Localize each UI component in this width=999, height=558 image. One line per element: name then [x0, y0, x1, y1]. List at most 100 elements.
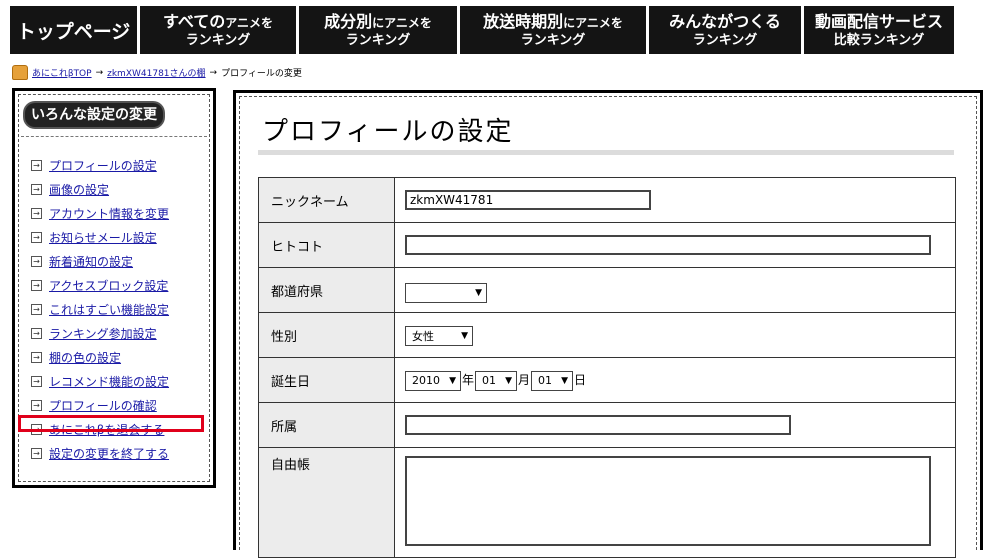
- arrow-box-icon: →: [31, 279, 42, 291]
- sidebar-item-finish-settings[interactable]: → 設定の変更を終了する: [31, 441, 169, 465]
- hitokoto-input[interactable]: [405, 235, 931, 255]
- gender-cell: 女性 ▼: [394, 312, 956, 358]
- arrow-box-icon: →: [31, 159, 42, 171]
- birth-year-select[interactable]: 2010 ▼: [405, 370, 461, 391]
- sidebar-title: いろんな設定の変更: [25, 103, 163, 127]
- sidebar-item-label: アクセスブロック設定: [49, 278, 169, 293]
- nav-label-line1: 放送時期別にアニメを: [483, 11, 623, 31]
- sidebar-item-recommend[interactable]: → レコメンド機能の設定: [31, 369, 169, 393]
- sidebar-item-label: 画像の設定: [49, 182, 110, 197]
- arrow-box-icon: →: [31, 399, 42, 411]
- year-unit: 年: [462, 373, 475, 388]
- freenote-label: 自由帳: [258, 447, 395, 558]
- sidebar-item-label: プロフィールの設定: [49, 158, 157, 173]
- month-unit: 月: [518, 373, 531, 388]
- sidebar-item-label: 新着通知の設定: [49, 254, 134, 269]
- triangle-down-icon: ▼: [561, 375, 569, 386]
- day-unit: 日: [574, 373, 587, 388]
- arrow-box-icon: →: [31, 447, 42, 459]
- top-nav: トップページ すべてのアニメを ランキング 成分別にアニメを ランキング 放送時…: [10, 6, 980, 54]
- form-row-nickname: ニックネーム zkmXW41781: [258, 177, 956, 223]
- nav-label-line1: みんながつくる: [669, 11, 781, 31]
- form-row-birthday: 誕生日 2010 ▼ 年 01 ▼ 月 01 ▼ 日: [258, 357, 956, 403]
- sidebar-item-new-notifications[interactable]: → 新着通知の設定: [31, 249, 169, 273]
- sidebar-item-label: お知らせメール設定: [49, 230, 157, 245]
- nickname-input[interactable]: zkmXW41781: [405, 190, 651, 210]
- arrow-box-icon: →: [31, 303, 42, 315]
- sidebar-item-notice-mail[interactable]: → お知らせメール設定: [31, 225, 169, 249]
- prefecture-select[interactable]: ▼: [405, 282, 487, 303]
- nav-label-line2: ランキング: [520, 32, 586, 48]
- sidebar-item-ranking-participation[interactable]: → ランキング参加設定: [31, 321, 169, 345]
- hitokoto-label: ヒトコト: [258, 222, 395, 268]
- nav-label-line2: ランキング: [185, 32, 251, 48]
- nav-label-line1: すべてのアニメを: [162, 11, 273, 31]
- birth-day-value: 01: [538, 374, 553, 388]
- sidebar-item-label: アカウント情報を変更: [49, 206, 170, 221]
- triangle-down-icon: ▼: [475, 287, 482, 298]
- gender-select[interactable]: 女性 ▼: [405, 325, 473, 346]
- sidebar-item-profile-check[interactable]: → プロフィールの確認: [31, 393, 169, 417]
- form-row-prefecture: 都道府県 ▼: [258, 267, 956, 313]
- affiliation-input[interactable]: [405, 415, 791, 435]
- nav-streaming-ranking[interactable]: 動画配信サービス 比較ランキング: [804, 6, 954, 54]
- nav-all-anime-ranking[interactable]: すべてのアニメを ランキング: [140, 6, 296, 54]
- nav-label-line1: 成分別にアニメを: [324, 11, 432, 31]
- breadcrumb-arrow: →: [209, 67, 218, 78]
- sidebar-divider: [21, 136, 207, 137]
- sidebar-item-image-settings[interactable]: → 画像の設定: [31, 177, 169, 201]
- nav-label-line1: 動画配信サービス: [814, 11, 943, 31]
- arrow-box-icon: →: [31, 327, 42, 339]
- nickname-label: ニックネーム: [258, 177, 395, 223]
- breadcrumb-arrow: →: [95, 67, 104, 78]
- hitokoto-cell: [394, 222, 956, 268]
- nav-everyone-ranking[interactable]: みんながつくる ランキング: [649, 6, 801, 54]
- sidebar-item-account-info[interactable]: → アカウント情報を変更: [31, 201, 169, 225]
- freenote-cell: [394, 447, 956, 558]
- sidebar-item-label: レコメンド機能の設定: [49, 374, 170, 389]
- nav-top-page-label: トップページ: [16, 20, 131, 43]
- arrow-box-icon: →: [31, 351, 42, 363]
- prefecture-label: 都道府県: [258, 267, 395, 313]
- nav-label-line2: ランキング: [345, 32, 411, 48]
- nav-component-ranking[interactable]: 成分別にアニメを ランキング: [299, 6, 457, 54]
- profile-settings-panel: プロフィールの設定 ニックネーム zkmXW41781 ヒトコト 都道府県 ▼ …: [233, 90, 983, 558]
- withdraw-highlight-box: [18, 415, 204, 432]
- sidebar-item-profile-settings[interactable]: → プロフィールの設定: [31, 153, 169, 177]
- arrow-box-icon: →: [31, 375, 42, 387]
- birth-month-select[interactable]: 01 ▼: [475, 370, 518, 391]
- breadcrumb-home-link[interactable]: あにこれβTOP: [32, 66, 92, 79]
- sidebar-item-shelf-color[interactable]: → 棚の色の設定: [31, 345, 169, 369]
- freenote-textarea[interactable]: [405, 456, 931, 546]
- birth-day-select[interactable]: 01 ▼: [531, 370, 574, 391]
- affiliation-label: 所属: [258, 402, 395, 448]
- triangle-down-icon: ▼: [449, 375, 456, 386]
- form-row-hitokoto: ヒトコト: [258, 222, 956, 268]
- affiliation-cell: [394, 402, 956, 448]
- gender-value: 女性: [412, 329, 434, 343]
- nav-broadcast-ranking[interactable]: 放送時期別にアニメを ランキング: [460, 6, 646, 54]
- sidebar-item-great-feature[interactable]: → これはすごい機能設定: [31, 297, 169, 321]
- sidebar-item-label: これはすごい機能設定: [49, 302, 170, 317]
- form-row-affiliation: 所属: [258, 402, 956, 448]
- prefecture-cell: ▼: [394, 267, 956, 313]
- breadcrumb-user-shelf-link[interactable]: zkmXW41781さんの棚: [107, 66, 205, 79]
- home-icon: [12, 65, 28, 80]
- sidebar-item-label: プロフィールの確認: [49, 398, 157, 413]
- sidebar-item-access-block[interactable]: → アクセスブロック設定: [31, 273, 169, 297]
- page-title: プロフィールの設定: [262, 117, 514, 147]
- sidebar-item-label: ランキング参加設定: [49, 326, 157, 341]
- nickname-cell: zkmXW41781: [394, 177, 956, 223]
- birthday-label: 誕生日: [258, 357, 395, 403]
- birth-year-value: 2010: [412, 374, 440, 388]
- nav-top-page[interactable]: トップページ: [10, 6, 137, 54]
- arrow-box-icon: →: [31, 183, 42, 195]
- nav-label-line2: ランキング: [692, 32, 758, 48]
- triangle-down-icon: ▼: [505, 375, 513, 386]
- breadcrumb: あにこれβTOP → zkmXW41781さんの棚 → プロフィールの変更: [12, 65, 302, 80]
- sidebar-item-label: 棚の色の設定: [49, 350, 122, 365]
- triangle-down-icon: ▼: [461, 330, 468, 341]
- nav-label-line2: 比較ランキング: [833, 32, 925, 48]
- sidebar-item-label: 設定の変更を終了する: [49, 446, 170, 461]
- birthday-cell: 2010 ▼ 年 01 ▼ 月 01 ▼ 日: [394, 357, 956, 403]
